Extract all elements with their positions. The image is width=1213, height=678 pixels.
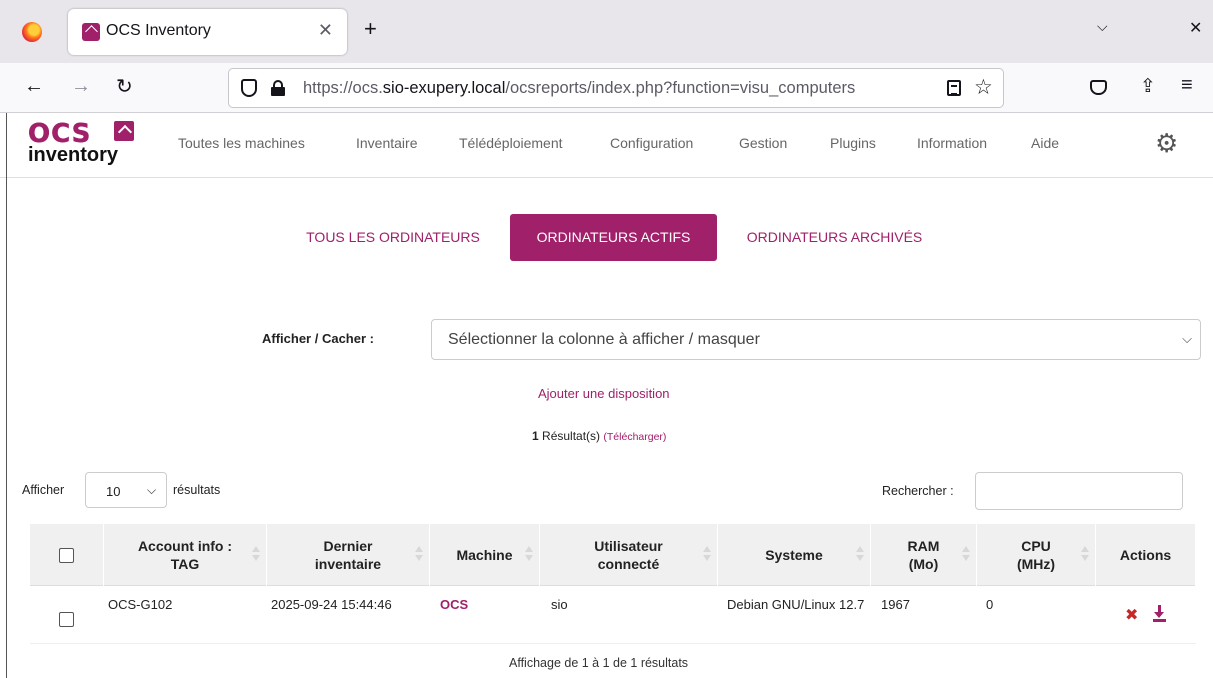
header-system[interactable]: Systeme — [718, 524, 871, 586]
tab-title: OCS Inventory — [106, 22, 211, 39]
header-select-all — [30, 524, 104, 586]
logo-badge-icon — [114, 121, 134, 141]
reload-icon[interactable]: ↻ — [116, 74, 133, 99]
sort-icon — [1081, 546, 1089, 562]
hamburger-menu-icon[interactable]: ≡ — [1181, 74, 1193, 97]
cell-tag: OCS-G102 — [108, 597, 173, 612]
search-label: Rechercher : — [882, 484, 954, 498]
page-left-border — [6, 113, 7, 678]
new-tab-icon[interactable]: + — [364, 16, 377, 42]
back-arrow-icon[interactable]: ← — [24, 75, 44, 98]
table-row: OCS-G102 2025-09-24 15:44:46 OCS sio Deb… — [30, 586, 1196, 644]
header-cpu[interactable]: CPU (MHz) — [977, 524, 1096, 586]
header-actions: Actions — [1096, 524, 1196, 586]
tab-all-computers[interactable]: TOUS LES ORDINATEURS — [286, 214, 500, 261]
length-suffix: résultats — [173, 483, 221, 497]
sort-icon — [525, 546, 533, 562]
cell-cpu: 0 — [986, 597, 994, 612]
result-count: 1 Résultat(s) (Télécharger) — [532, 429, 667, 443]
tracking-shield-icon[interactable] — [241, 79, 257, 97]
menu-aide[interactable]: Aide — [1031, 135, 1059, 151]
header-tag[interactable]: Account info : TAG — [104, 524, 267, 586]
columns-select[interactable]: Sélectionner la colonne à afficher / mas… — [431, 319, 1201, 360]
tab-archived-computers[interactable]: ORDINATEURS ARCHIVÉS — [727, 214, 942, 261]
header-last-inventory[interactable]: Dernier inventaire — [267, 524, 430, 586]
browser-tab-strip: OCS Inventory ✕ + ⌵ ✕ — [0, 0, 1213, 63]
delete-icon[interactable]: ✖ — [1125, 605, 1138, 625]
tab-active-computers[interactable]: ORDINATEURS ACTIFS — [510, 214, 717, 261]
header-user[interactable]: Utilisateur connecté — [540, 524, 718, 586]
extensions-icon[interactable]: ⇪ — [1140, 75, 1156, 98]
download-link[interactable]: (Télécharger) — [603, 431, 666, 443]
header-machine[interactable]: Machine — [430, 524, 540, 586]
row-checkbox[interactable] — [59, 612, 74, 627]
sort-icon — [856, 546, 864, 562]
list-tabs-chevron-icon[interactable]: ⌵ — [1097, 18, 1108, 35]
sort-icon — [252, 546, 260, 562]
pocket-icon[interactable] — [1090, 80, 1107, 95]
sort-icon — [703, 546, 711, 562]
sort-icon — [962, 546, 970, 562]
bookmark-star-icon[interactable]: ☆ — [974, 75, 993, 100]
header-ram[interactable]: RAM (Mo) — [871, 524, 977, 586]
menu-configuration[interactable]: Configuration — [610, 135, 693, 151]
tab-close-icon[interactable]: ✕ — [318, 20, 333, 41]
length-prefix: Afficher — [22, 483, 65, 497]
cell-machine-link[interactable]: OCS — [440, 596, 468, 615]
menu-inventaire[interactable]: Inventaire — [356, 135, 417, 151]
chevron-down-icon: ⌵ — [1182, 331, 1192, 346]
gear-icon[interactable]: ⚙ — [1155, 130, 1178, 156]
window-close-icon[interactable]: ✕ — [1189, 18, 1202, 38]
select-all-checkbox[interactable] — [59, 548, 74, 563]
menu-information[interactable]: Information — [917, 135, 987, 151]
ocs-logo[interactable]: OCS inventory — [28, 117, 148, 173]
download-icon[interactable] — [1152, 604, 1166, 622]
menu-gestion[interactable]: Gestion — [739, 135, 787, 151]
search-input[interactable] — [975, 472, 1183, 510]
page-length-select[interactable]: 10 ⌵ — [85, 472, 167, 508]
reader-view-icon[interactable] — [947, 80, 961, 96]
address-bar[interactable]: https://ocs.sio-exupery.local/ocsreports… — [228, 68, 1004, 108]
url-text[interactable]: https://ocs.sio-exupery.local/ocsreports… — [303, 79, 925, 98]
browser-tab[interactable]: OCS Inventory ✕ — [68, 9, 347, 55]
menu-teledeploiement[interactable]: Télédéploiement — [459, 135, 563, 151]
table-header: Account info : TAG Dernier inventaire Ma… — [30, 524, 1196, 586]
lock-warning-icon[interactable] — [271, 80, 285, 96]
forward-arrow-icon[interactable]: → — [71, 75, 91, 98]
sort-icon — [415, 546, 423, 562]
cell-last-inventory: 2025-09-24 15:44:46 — [271, 597, 392, 612]
menu-plugins[interactable]: Plugins — [830, 135, 876, 151]
cell-ram: 1967 — [881, 597, 910, 612]
ocs-favicon-icon — [82, 23, 100, 41]
chevron-down-icon: ⌵ — [147, 483, 157, 497]
menu-toutes-les-machines[interactable]: Toutes les machines — [178, 135, 305, 151]
table-info: Affichage de 1 à 1 de 1 résultats — [509, 656, 689, 670]
cell-user: sio — [551, 597, 568, 612]
columns-filter-label: Afficher / Cacher : — [262, 331, 374, 346]
browser-nav-bar: ← → ↻ https://ocs.sio-exupery.local/ocsr… — [0, 63, 1213, 113]
firefox-icon[interactable] — [22, 22, 42, 42]
app-header: OCS inventory Toutes les machines Invent… — [0, 113, 1213, 178]
cell-system: Debian GNU/Linux 12.7 — [727, 597, 865, 612]
add-layout-link[interactable]: Ajouter une disposition — [538, 386, 670, 401]
